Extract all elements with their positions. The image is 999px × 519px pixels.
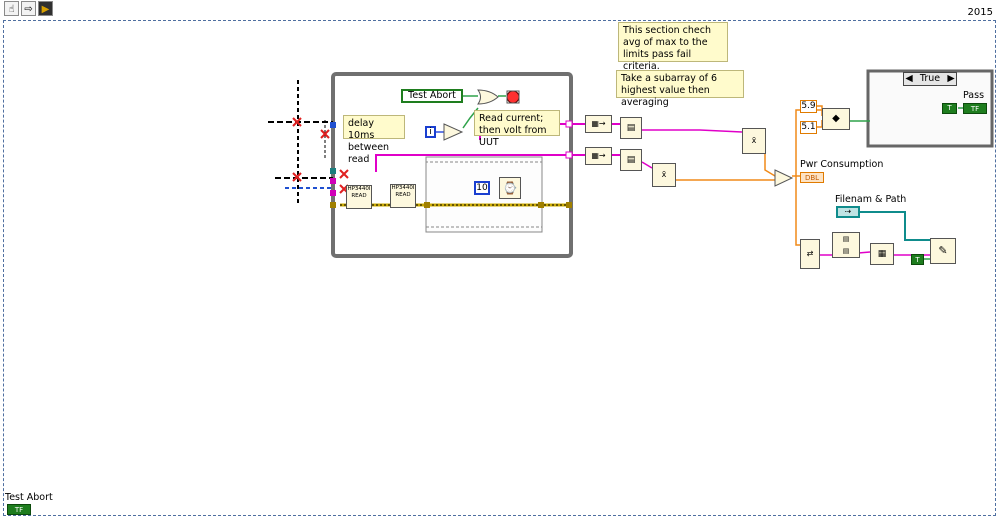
in-range-icon[interactable]: ◆ (822, 108, 850, 130)
mean-icon[interactable]: x̄ (742, 128, 766, 154)
comment-subarray: Take a subarray of 6 highest value then … (616, 70, 744, 108)
pass-indicator[interactable]: TF (963, 103, 987, 114)
array-subset-icon[interactable]: ▤ (620, 149, 642, 171)
case-prev-icon[interactable]: ◀ (904, 73, 914, 85)
read-vi-1[interactable]: HP3440I READ (346, 185, 372, 209)
comment-read-current: Read current; then volt from UUT (474, 110, 560, 148)
read-vi-2-label: HP3440I READ (391, 185, 415, 198)
limit-low-constant[interactable]: 5.1 (800, 121, 817, 134)
mean-icon[interactable]: x̄ (652, 163, 676, 187)
format-value-icon[interactable]: ⇄ (800, 239, 820, 269)
sort-array-icon[interactable]: ▦→ (585, 147, 612, 165)
wait-ms-icon[interactable]: ⌚ (499, 177, 521, 199)
filename-path-label: Filenam & Path (835, 194, 907, 205)
build-array-icon[interactable]: ▤ ▤ (832, 232, 860, 258)
true-constant[interactable]: T (911, 254, 924, 265)
comment-section-check: This section chech avg of max to the lim… (618, 22, 728, 72)
build-array-2d-icon[interactable]: ▦ (870, 243, 894, 265)
pass-true-constant[interactable]: T (942, 103, 957, 114)
case-next-icon[interactable]: ▶ (946, 73, 956, 85)
pwr-consumption-label: Pwr Consumption (800, 159, 884, 170)
wait-ms-constant[interactable]: 10 (474, 181, 490, 195)
read-vi-2[interactable]: HP3440I READ (390, 184, 416, 208)
iteration-terminal: i (425, 126, 436, 138)
limit-high-constant[interactable]: 5.9 (800, 100, 817, 113)
write-spreadsheet-icon[interactable]: ✎ (930, 238, 956, 264)
test-abort-local-variable[interactable]: Test Abort (401, 89, 463, 103)
test-abort-label: Test Abort (5, 492, 53, 503)
pass-label: Pass (963, 90, 985, 101)
comment-delay: delay 10ms between read (343, 115, 405, 165)
case-selector[interactable]: ◀ True ▶ (903, 72, 957, 86)
path-control[interactable]: ⇢ (836, 206, 860, 218)
wiring-diagram (268, 69, 994, 260)
case-selector-value: True (919, 73, 941, 84)
test-abort-control[interactable]: TF (7, 504, 31, 515)
pwr-consumption-indicator[interactable]: DBL (800, 172, 824, 183)
read-vi-1-label: HP3440I READ (347, 186, 371, 199)
sort-array-icon[interactable]: ▦→ (585, 115, 612, 133)
array-subset-icon[interactable]: ▤ (620, 117, 642, 139)
